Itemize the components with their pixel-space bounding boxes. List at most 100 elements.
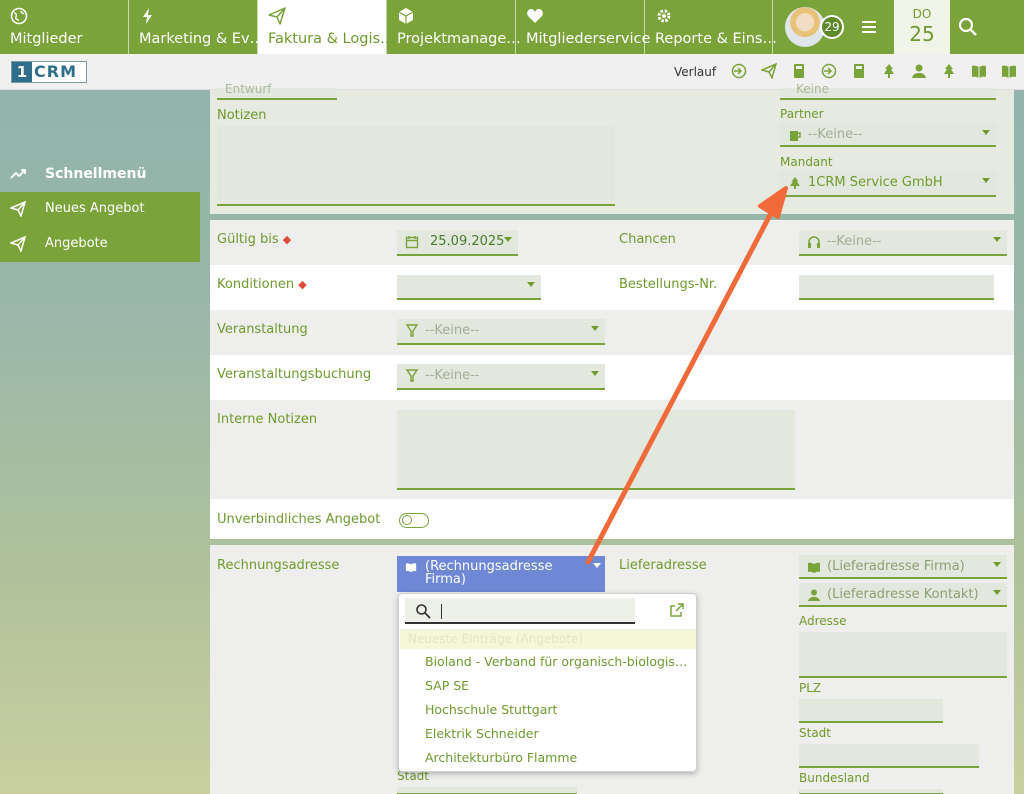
- tab-faktura[interactable]: Faktura & Logis…: [258, 0, 395, 54]
- state-input[interactable]: [799, 789, 943, 794]
- valid-until-value: 25.09.2025: [430, 234, 505, 249]
- beer-icon: [405, 369, 419, 382]
- address-textarea[interactable]: [799, 632, 1007, 678]
- partner-label: Partner: [780, 107, 824, 121]
- login-icon[interactable]: [821, 63, 837, 79]
- event-booking-select[interactable]: --Keine--: [397, 364, 605, 390]
- event-select[interactable]: --Keine--: [397, 319, 605, 345]
- text-cursor: [441, 604, 442, 619]
- tab-label: Mitglieder: [10, 31, 83, 47]
- quickmenu-item-quotes[interactable]: Angebote: [0, 227, 200, 262]
- user-icon[interactable]: [911, 63, 927, 79]
- billing-address-select[interactable]: (Rechnungsadresse Firma): [397, 556, 605, 592]
- paper-plane-icon: [10, 236, 26, 252]
- paper-plane-icon[interactable]: [761, 63, 777, 79]
- app-logo[interactable]: 1 CRM: [11, 61, 87, 83]
- notes-textarea[interactable]: [217, 126, 615, 206]
- partner-select[interactable]: --Keine--: [780, 123, 996, 147]
- top-right-field[interactable]: Keine: [780, 82, 996, 100]
- dropdown-option[interactable]: Architekturbüro Flamme: [425, 750, 691, 765]
- zip-input[interactable]: [799, 699, 943, 723]
- tab-marketing[interactable]: Marketing & Ev…: [129, 0, 264, 54]
- book-icon[interactable]: [1001, 63, 1017, 79]
- user-menu[interactable]: 29: [773, 0, 894, 54]
- avatar[interactable]: [785, 7, 825, 47]
- external-link-icon[interactable]: [669, 602, 685, 618]
- menu-icon[interactable]: [861, 19, 877, 35]
- form-top-panel: Entwurf Keine Notizen Partner --Keine-- …: [210, 82, 1014, 214]
- mandant-label: Mandant: [780, 155, 833, 169]
- city-input[interactable]: [799, 744, 979, 768]
- dropdown-option[interactable]: Elektrik Schneider: [425, 726, 691, 741]
- gear-icon: [657, 9, 671, 23]
- dropdown-option[interactable]: Hochschule Stuttgart: [425, 702, 691, 717]
- valid-until-date-field[interactable]: 25.09.2025: [397, 230, 518, 256]
- conditions-select[interactable]: [397, 275, 541, 300]
- shipping-contact-value: (Lieferadresse Kontakt): [827, 587, 979, 602]
- valid-until-label: Gültig bis ◆: [217, 232, 292, 247]
- trending-icon: [10, 169, 26, 179]
- chances-value: --Keine--: [827, 234, 882, 249]
- book-icon[interactable]: [971, 63, 987, 79]
- quickmenu-item-new-quote[interactable]: Neues Angebot: [0, 192, 200, 227]
- dropdown-option[interactable]: Bioland - Verband für organisch-biologis…: [425, 654, 691, 669]
- tab-mitgliederservice[interactable]: Mitgliederservice: [516, 0, 650, 54]
- notification-badge[interactable]: 29: [820, 15, 844, 39]
- tab-projektmanagement[interactable]: Projektmanage…: [387, 0, 521, 54]
- row-valid-until: Gültig bis ◆ 25.09.2025 Chancen --Keine-…: [210, 220, 1014, 265]
- tab-reporte[interactable]: Reporte & Eins…: [645, 0, 777, 54]
- search-icon: [958, 17, 977, 36]
- row-internal-notes: Interne Notizen: [210, 400, 1014, 499]
- dropdown-search-input[interactable]: [405, 598, 635, 624]
- book-icon: [808, 562, 820, 573]
- history-label[interactable]: Verlauf: [674, 65, 716, 79]
- mandant-value: 1CRM Service GmbH: [808, 175, 943, 190]
- heart-icon: [527, 9, 543, 23]
- status-value: Entwurf: [225, 82, 272, 96]
- event-booking-label: Veranstaltungsbuchung: [217, 367, 372, 382]
- book-icon: [405, 563, 417, 573]
- chevron-down-icon: [993, 562, 1001, 567]
- quickmenu-item-label: Neues Angebot: [45, 201, 145, 216]
- shipping-company-value: (Lieferadresse Firma): [827, 559, 965, 574]
- search-icon: [416, 604, 431, 619]
- calculator-icon[interactable]: [851, 63, 867, 79]
- quickmenu-item-label: Angebote: [45, 236, 108, 251]
- tree-icon[interactable]: [941, 63, 957, 79]
- non-binding-label: Unverbindliches Angebot: [217, 512, 381, 527]
- top-right-value: Keine: [796, 82, 829, 96]
- login-icon[interactable]: [731, 63, 747, 79]
- event-value: --Keine--: [425, 323, 480, 338]
- logo-text: CRM: [34, 62, 77, 81]
- state-label: Bundesland: [799, 771, 870, 785]
- tab-mitglieder[interactable]: Mitglieder: [0, 0, 129, 54]
- top-navigation-bar: Mitglieder Marketing & Ev… Faktura & Log…: [0, 0, 1024, 54]
- dropdown-option[interactable]: SAP SE: [425, 678, 691, 693]
- chances-select[interactable]: --Keine--: [799, 230, 1007, 256]
- event-booking-value: --Keine--: [425, 368, 480, 383]
- day-number: 25: [909, 22, 935, 46]
- internal-notes-textarea[interactable]: [397, 410, 795, 490]
- partner-value: --Keine--: [808, 127, 863, 142]
- chevron-down-icon: [982, 130, 990, 135]
- non-binding-toggle[interactable]: [399, 513, 429, 528]
- tab-label: Reporte & Eins…: [655, 31, 777, 47]
- shipping-contact-select[interactable]: (Lieferadresse Kontakt): [799, 583, 1007, 607]
- headset-icon: [808, 236, 820, 248]
- toggle-knob: [402, 515, 412, 525]
- chevron-down-icon: [504, 237, 512, 242]
- shipping-company-select[interactable]: (Lieferadresse Firma): [799, 555, 1007, 579]
- cube-icon: [398, 8, 414, 24]
- chevron-down-icon: [527, 282, 535, 287]
- calculator-icon[interactable]: [791, 63, 807, 79]
- row-event-booking: Veranstaltungsbuchung --Keine--: [210, 355, 1014, 400]
- status-field[interactable]: Entwurf: [217, 82, 337, 100]
- global-search-button[interactable]: [950, 0, 1024, 54]
- event-label: Veranstaltung: [217, 322, 308, 337]
- tree-icon[interactable]: [881, 63, 897, 79]
- mandant-select[interactable]: 1CRM Service GmbH: [780, 171, 996, 197]
- tree-icon: [790, 177, 800, 189]
- order-no-input[interactable]: [799, 275, 994, 300]
- calendar-date-button[interactable]: DO 25: [894, 0, 950, 54]
- billing-city-input[interactable]: [397, 787, 577, 794]
